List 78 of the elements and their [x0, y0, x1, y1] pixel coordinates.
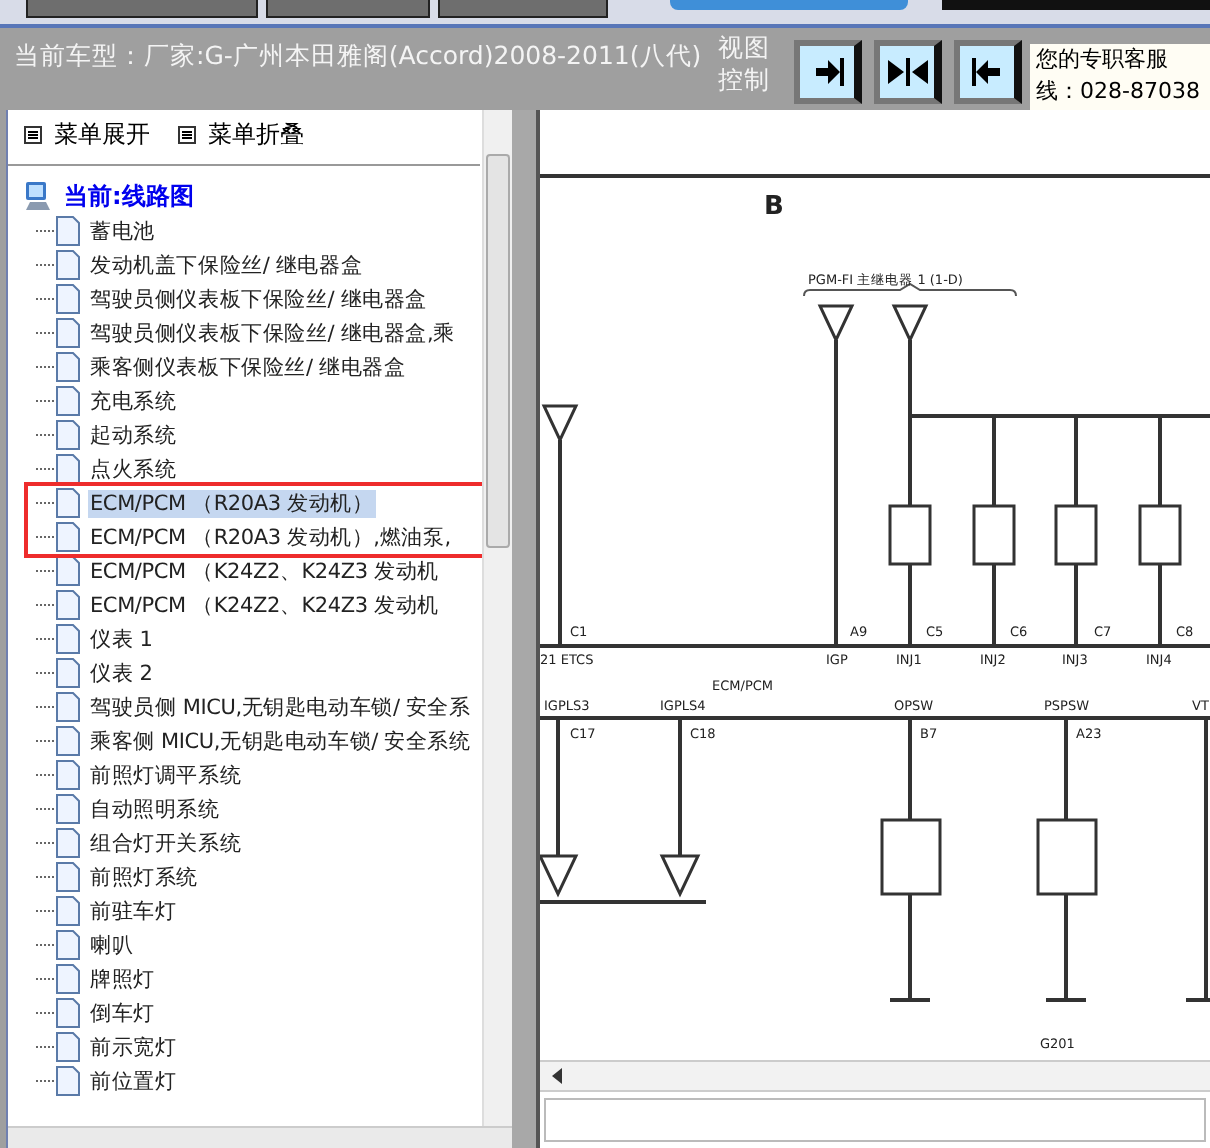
document-icon: [56, 522, 80, 552]
tree-item[interactable]: 自动照明系统: [88, 795, 222, 823]
tree-item[interactable]: 充电系统: [88, 387, 179, 415]
document-icon: [56, 726, 80, 756]
tree-item[interactable]: ECM/PCM （R20A3 发动机）: [88, 489, 376, 517]
tree-item[interactable]: 仪表 1: [88, 625, 155, 653]
service-phone: 线：028-87038: [1036, 76, 1202, 108]
tree-item[interactable]: 前照灯调平系统: [88, 761, 244, 789]
document-icon: [56, 658, 80, 688]
tree-item[interactable]: 驾驶员侧仪表板下保险丝/ 继电器盒,乘: [88, 319, 457, 347]
document-icon: [56, 556, 80, 586]
car-model-title: 当前车型：厂家:G-广州本田雅阁(Accord)2008-2011(八代): [14, 40, 704, 74]
tree-item[interactable]: ECM/PCM （R20A3 发动机）,燃油泵,: [88, 523, 453, 551]
tree-item[interactable]: 驾驶员侧 MICU,无钥匙电动车锁/ 安全系: [88, 693, 473, 721]
tree-item[interactable]: 起动系统: [88, 421, 179, 449]
tree-item[interactable]: 前示宽灯: [88, 1033, 179, 1061]
document-icon: [56, 454, 80, 484]
horizontal-scrollbar[interactable]: [540, 1060, 1210, 1092]
document-icon: [56, 284, 80, 314]
tree-item[interactable]: 前位置灯: [88, 1067, 179, 1095]
tree-item[interactable]: 发动机盖下保险丝/ 继电器盒: [88, 251, 365, 279]
document-icon: [56, 828, 80, 858]
tree-root-label[interactable]: 当前:线路图: [64, 179, 194, 213]
toolbar-button[interactable]: [266, 0, 430, 18]
document-icon: [56, 794, 80, 824]
document-icon: [56, 964, 80, 994]
view-control-label: 控制: [718, 64, 772, 96]
document-icon: [56, 760, 80, 790]
document-icon: [56, 488, 80, 518]
document-icon: [56, 692, 80, 722]
tree-item[interactable]: 倒车灯: [88, 999, 157, 1027]
document-icon: [56, 250, 80, 280]
arrow-right-icon: [811, 58, 843, 86]
menu-icon: [178, 125, 196, 143]
view-button[interactable]: [874, 40, 942, 104]
horizontal-scrollbar[interactable]: [8, 1126, 513, 1148]
computer-icon: [24, 180, 56, 212]
tree-item[interactable]: 乘客侧仪表板下保险丝/ 继电器盒: [88, 353, 408, 381]
tree-item[interactable]: 蓄电池: [88, 217, 157, 245]
service-text: 您的专职客服: [1036, 44, 1170, 76]
tree-item[interactable]: 驾驶员侧仪表板下保险丝/ 继电器盒: [88, 285, 429, 313]
arrows-inward-icon: [887, 58, 927, 86]
document-icon: [56, 930, 80, 960]
document-icon: [56, 318, 80, 348]
document-icon: [56, 998, 80, 1028]
document-icon: [56, 352, 80, 382]
toolbar-button[interactable]: [438, 0, 608, 18]
menu-button[interactable]: 菜单折叠: [178, 114, 304, 154]
tree-item[interactable]: 前照灯系统: [88, 863, 201, 891]
document-icon: [56, 386, 80, 416]
document-icon: [56, 896, 80, 926]
tree-item[interactable]: ECM/PCM （K24Z2、K24Z3 发动机: [88, 591, 441, 619]
document-icon: [56, 862, 80, 892]
splitter-bar[interactable]: [512, 110, 540, 1148]
view-button[interactable]: [954, 40, 1022, 104]
tree-item[interactable]: 仪表 2: [88, 659, 155, 687]
tree-item[interactable]: 点火系统: [88, 455, 179, 483]
tree-item[interactable]: 乘客侧 MICU,无钥匙电动车锁/ 安全系统: [88, 727, 473, 755]
menu-button[interactable]: 菜单展开: [24, 114, 150, 154]
vertical-scrollbar[interactable]: [482, 110, 513, 1128]
tree-item[interactable]: 喇叭: [88, 931, 136, 959]
tree-item[interactable]: 组合灯开关系统: [88, 829, 244, 857]
menu-icon: [24, 125, 42, 143]
tree-item[interactable]: 前驻车灯: [88, 897, 179, 925]
view-control-label: 视图: [718, 32, 772, 64]
document-icon: [56, 590, 80, 620]
tree-item[interactable]: 牌照灯: [88, 965, 157, 993]
document-icon: [56, 1066, 80, 1096]
document-icon: [56, 216, 80, 246]
view-button[interactable]: [794, 40, 862, 104]
scroll-left-icon[interactable]: [550, 1068, 566, 1084]
text-field[interactable]: [544, 1098, 1206, 1142]
document-icon: [56, 420, 80, 450]
document-icon: [56, 624, 80, 654]
toolbar-button[interactable]: [26, 0, 258, 18]
document-icon: [56, 1032, 80, 1062]
tree-item[interactable]: ECM/PCM （K24Z2、K24Z3 发动机: [88, 557, 441, 585]
arrow-left-icon: [971, 58, 1003, 86]
